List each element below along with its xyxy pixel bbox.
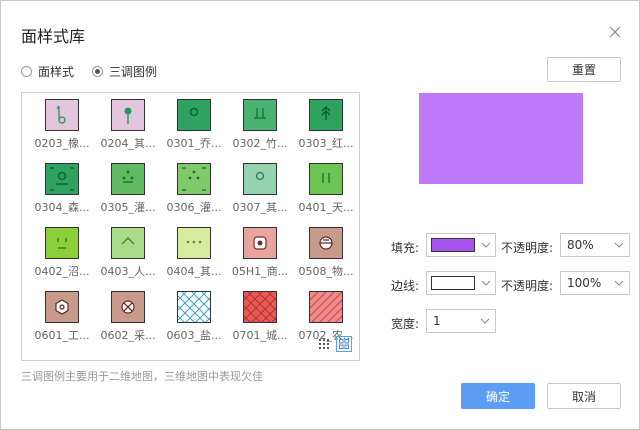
swatch-item[interactable]: 05H1_商... [230,227,290,279]
fill-opacity-label: 不透明度: [501,241,554,255]
swatch-label: 0402_沼... [34,265,90,278]
fill-color-swatch [431,238,475,252]
swatch-label: 05H1_商... [231,265,289,278]
arrow-tree-icon [309,99,343,131]
swatch-item[interactable]: 0301_乔... [164,99,224,151]
swatch-label: 0403_人... [100,265,156,278]
swatch-label: 0404_其... [166,265,222,278]
mode-radio-group: 面样式 三调图例 [21,63,175,80]
stroke-opacity-value: 100% [567,276,602,290]
swatch-label: 0203_橡... [34,137,90,150]
swatch-grid: 0203_橡... 0204_其... 0301_乔... 0302_竹... 0303… [21,92,360,361]
swatch-label: 0601_工... [34,329,90,342]
large-grid-icon[interactable] [336,336,352,352]
style-preview [419,93,583,184]
diagonal-hatch-icon [309,291,343,323]
fill-opacity-value: 80% [567,238,594,252]
radio-sandiao-legend[interactable]: 三调图例 [92,63,157,80]
swatch-item[interactable]: 0603_盐... [164,291,224,343]
radio-circle[interactable] [92,66,104,77]
chevron-down-icon [480,318,490,324]
swatch-label: 0701_城... [232,329,288,342]
swatch-label: 0306_灌... [166,201,222,214]
close-icon[interactable] [608,25,622,39]
swatch-item[interactable]: 0508_物... [296,227,356,279]
view-toggle [312,336,352,352]
swatch-label: 0307_其... [232,201,288,214]
reset-button[interactable]: 重置 [547,57,621,82]
swatch-label: 0401_天... [298,201,354,214]
swatch-label: 0602_采... [100,329,156,342]
swatch-item[interactable]: 0307_其... [230,163,290,215]
swatch-label: 0303_红... [298,137,354,150]
swatch-label: 0603_盐... [166,329,222,342]
cancel-button[interactable]: 取消 [547,383,621,409]
width-label: 宽度: [391,317,420,331]
shrub-icon [177,163,211,195]
stroke-color-swatch [431,276,475,290]
chevron-down-icon [481,280,491,286]
small-grid-icon[interactable] [316,336,332,352]
dialog-title: 面样式库 [21,27,86,46]
crosshatch-icon [177,291,211,323]
swatch-item[interactable]: 0302_竹... [230,99,290,151]
swatch-label: 0508_物... [298,265,354,278]
fill-color-picker[interactable] [426,233,496,257]
swatch-label: 0304_森... [34,201,90,214]
swatch-item[interactable]: 0403_人... [98,227,158,279]
swatch-item[interactable]: 0701_城... [230,291,290,343]
circle-icon [243,163,277,195]
hook-pin-icon [45,99,79,131]
fill-label: 填充: [391,241,420,255]
target-icon [243,227,277,259]
chevron-up-icon [111,227,145,259]
swatch-item[interactable]: 0601_工... [32,291,92,343]
swatch-item[interactable]: 0305_灌... [98,163,158,215]
swatch-item[interactable]: 0602_采... [98,291,158,343]
swatch-label: 0302_竹... [232,137,288,150]
hexagon-icon [45,291,79,323]
swatch-label: 0204_其... [100,137,156,150]
swatch-item[interactable]: 0404_其... [164,227,224,279]
width-value: 1 [433,314,441,328]
style-library-dialog: 面样式库 面样式 三调图例 重置 0203_橡... 0204_其... 0301_… [0,0,640,430]
ok-button[interactable]: 确定 [461,383,535,409]
radio-label: 三调图例 [109,65,158,79]
swatch-item[interactable]: 0203_橡... [32,99,92,151]
fill-opacity-select[interactable]: 80% [560,233,630,257]
marsh-icon [45,227,79,259]
radio-label: 面样式 [38,65,75,79]
swatch-item[interactable]: 0402_沼... [32,227,92,279]
grass-icon [309,163,343,195]
crossed-circle-icon [309,227,343,259]
chevron-down-icon [614,280,624,286]
pin-icon [111,99,145,131]
swatch-item[interactable]: 0303_红... [296,99,356,151]
swatch-label: 0301_乔... [166,137,222,150]
swatch-item[interactable]: 0306_灌... [164,163,224,215]
shrub-dots-icon [111,163,145,195]
stroke-opacity-label: 不透明度: [501,279,554,293]
cross-tools-icon [111,291,145,323]
usage-hint: 三调图例主要用于二维地图，三维地图中表现欠佳 [21,370,263,383]
stroke-opacity-select[interactable]: 100% [560,271,630,295]
chevron-down-icon [481,242,491,248]
stroke-color-picker[interactable] [426,271,496,295]
crosshatch-icon [243,291,277,323]
swatch-item[interactable]: 0204_其... [98,99,158,151]
circle-icon [177,99,211,131]
stroke-label: 边线: [391,279,420,293]
forest-icon [45,163,79,195]
chevron-down-icon [614,242,624,248]
dots-icon [177,227,211,259]
bamboo-icon [243,99,277,131]
swatch-item[interactable]: 0401_天... [296,163,356,215]
swatch-item[interactable]: 0304_森... [32,163,92,215]
swatch-label: 0305_灌... [100,201,156,214]
width-select[interactable]: 1 [426,309,496,333]
radio-area-style[interactable]: 面样式 [21,63,74,80]
radio-circle[interactable] [21,66,32,77]
